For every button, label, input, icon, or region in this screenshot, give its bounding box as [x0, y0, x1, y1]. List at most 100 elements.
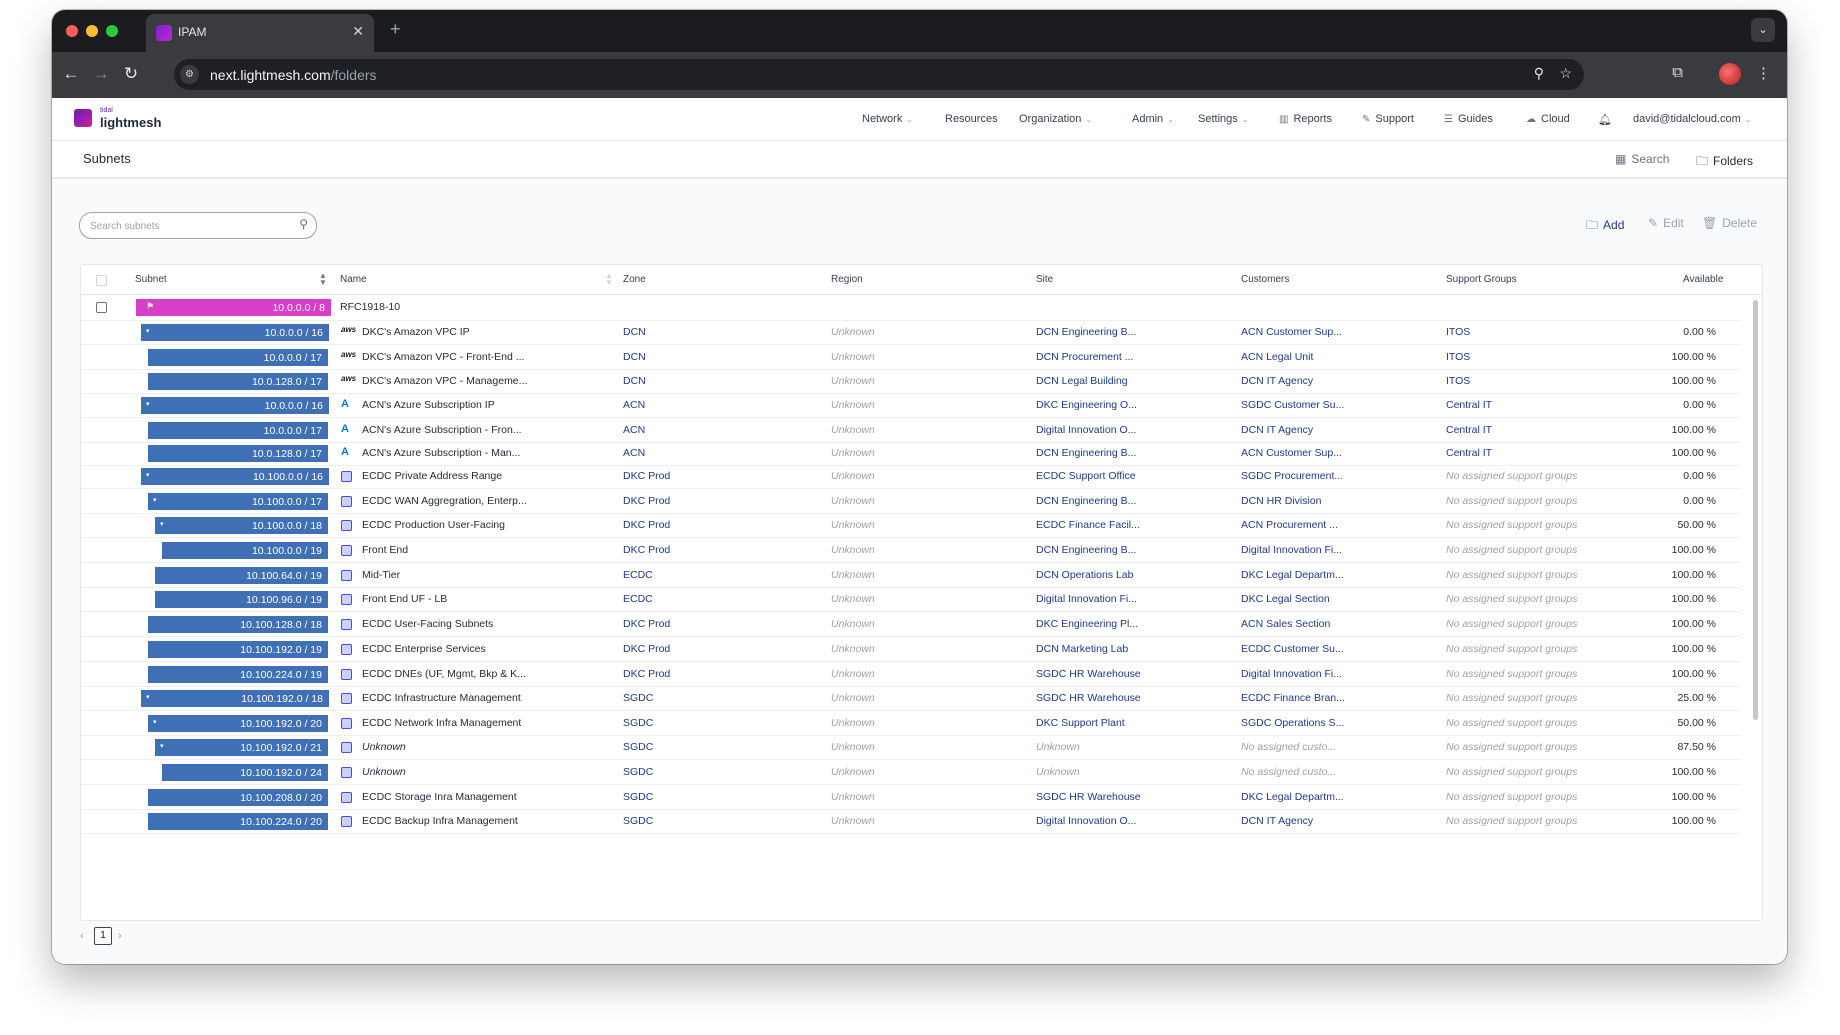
- subnet-cidr-bar[interactable]: 10.100.192.0 / 24: [162, 764, 328, 781]
- table-row[interactable]: ⚑ 10.0.0.0 / 8 RFC1918-10: [81, 295, 1741, 321]
- expand-toggle-icon[interactable]: ▾: [146, 327, 150, 335]
- subnet-name[interactable]: Unknown: [362, 766, 406, 778]
- table-row[interactable]: 10.100.192.0 / 24 Unknown SGDC Unknown Unkno…: [81, 760, 1741, 785]
- table-row[interactable]: 10.100.0.0 / 19 Front End DKC Prod Unknown D…: [81, 538, 1741, 563]
- view-search-link[interactable]: ▦ Search: [1615, 152, 1669, 166]
- expand-toggle-icon[interactable]: ▾: [153, 718, 157, 726]
- minimize-window-button[interactable]: [86, 25, 98, 37]
- subnet-name[interactable]: ECDC WAN Aggregration, Enterp...: [362, 495, 527, 507]
- expand-toggle-icon[interactable]: ▾: [146, 693, 150, 701]
- subnet-name[interactable]: Front End: [362, 544, 408, 556]
- table-row[interactable]: 10.100.192.0 / 19 ECDC Enterprise Service…: [81, 637, 1741, 662]
- nav-reports[interactable]: ▥ Reports: [1279, 113, 1332, 125]
- subnet-name[interactable]: DKC's Amazon VPC - Front-End ...: [362, 351, 524, 363]
- nav-settings[interactable]: Settings ⌄: [1198, 113, 1248, 125]
- subnet-cidr-bar[interactable]: 10.0.128.0 / 17: [148, 373, 328, 390]
- table-row[interactable]: 10.100.224.0 / 19 ECDC DNEs (UF, Mgmt, Bk…: [81, 662, 1741, 687]
- table-row[interactable]: 10.100.64.0 / 19 Mid-Tier ECDC Unknown DCN O…: [81, 563, 1741, 588]
- subnet-cidr-bar[interactable]: 10.0.0.0 / 17: [148, 422, 328, 439]
- logo-wordmark[interactable]: lightmesh: [100, 115, 161, 130]
- subnet-name[interactable]: Unknown: [362, 741, 406, 753]
- subnet-cidr-bar[interactable]: ▾ 10.100.192.0 / 21: [155, 739, 328, 756]
- browser-menu-icon[interactable]: ⋮: [1756, 64, 1771, 82]
- row-checkbox[interactable]: [96, 302, 107, 313]
- subnet-search-input[interactable]: [88, 217, 292, 235]
- new-tab-icon[interactable]: +: [390, 19, 401, 40]
- extensions-puzzle-icon[interactable]: ⧉: [1672, 64, 1683, 81]
- table-row[interactable]: 10.100.128.0 / 18 ECDC User-Facing Subnet…: [81, 612, 1741, 637]
- address-bar[interactable]: ⚙ next.lightmesh.com/folders ⚲ ☆: [174, 59, 1584, 90]
- nav-organization[interactable]: Organization ⌄: [1019, 113, 1092, 125]
- subnet-name[interactable]: ECDC Storage Inra Management: [362, 791, 517, 803]
- subnet-cidr-bar[interactable]: ▾ 10.100.192.0 / 18: [141, 690, 329, 707]
- edit-button[interactable]: ✎ Edit: [1648, 216, 1684, 230]
- subnet-name[interactable]: ECDC Network Infra Management: [362, 717, 521, 729]
- zoom-search-icon[interactable]: ⚲: [1534, 65, 1544, 82]
- table-row[interactable]: ▾ 10.100.0.0 / 17 ECDC WAN Aggregration, E…: [81, 489, 1741, 514]
- expand-toggle-icon[interactable]: ▾: [153, 496, 157, 504]
- column-header-available[interactable]: Available: [1683, 274, 1723, 285]
- reload-icon[interactable]: ↻: [120, 64, 142, 84]
- search-icon[interactable]: ⚲: [299, 217, 308, 231]
- subnet-name[interactable]: ACN's Azure Subscription IP: [362, 399, 495, 411]
- subnet-cidr-bar[interactable]: 10.100.96.0 / 19: [155, 591, 328, 608]
- profile-avatar-icon[interactable]: [1719, 63, 1741, 85]
- table-row[interactable]: 10.0.0.0 / 17 A ACN's Azure Subscription -…: [81, 418, 1741, 443]
- table-scrollbar[interactable]: [1753, 300, 1758, 720]
- notifications-bell-icon[interactable]: 🔔︎: [1598, 113, 1612, 126]
- table-row[interactable]: 10.0.0.0 / 17 aws DKC's Amazon VPC - Front…: [81, 345, 1741, 370]
- subnet-name[interactable]: Front End UF - LB: [362, 593, 447, 605]
- table-row[interactable]: ▾ 10.100.192.0 / 21 Unknown SGDC Unknown Unkn…: [81, 735, 1741, 760]
- subnet-cidr-bar[interactable]: 10.100.224.0 / 19: [148, 666, 328, 683]
- nav-network[interactable]: Network ⌄: [862, 113, 913, 125]
- subnet-cidr-bar[interactable]: ▾ 10.0.0.0 / 16: [141, 397, 329, 414]
- previous-page-icon[interactable]: ‹: [80, 930, 84, 942]
- subnet-cidr-bar[interactable]: 10.0.0.0 / 17: [148, 349, 328, 366]
- nav-cloud[interactable]: ☁ Cloud: [1526, 113, 1570, 125]
- lightmesh-logo-icon[interactable]: [74, 109, 92, 127]
- subnet-cidr-bar[interactable]: ▾ 10.100.0.0 / 18: [155, 517, 328, 534]
- expand-toggle-icon[interactable]: ▾: [160, 742, 164, 750]
- subnet-cidr-bar[interactable]: 10.100.224.0 / 20: [148, 813, 328, 830]
- tab-close-icon[interactable]: ✕: [352, 23, 364, 40]
- subnet-cidr-bar[interactable]: 10.100.0.0 / 19: [162, 542, 328, 559]
- expand-toggle-icon[interactable]: ▾: [146, 400, 150, 408]
- table-row[interactable]: ▾ 10.100.0.0 / 18 ECDC Production User-Fac…: [81, 513, 1741, 538]
- forward-arrow-icon[interactable]: →: [90, 64, 112, 84]
- sort-icon[interactable]: ▲ ▼: [319, 272, 327, 287]
- back-arrow-icon[interactable]: ←: [60, 64, 82, 84]
- subnet-name[interactable]: ECDC Infrastructure Management: [362, 692, 521, 704]
- column-header-zone[interactable]: Zone: [623, 274, 646, 285]
- subnet-name[interactable]: ECDC DNEs (UF, Mgmt, Bkp & K...: [362, 668, 526, 680]
- subnet-cidr-bar[interactable]: 10.100.128.0 / 18: [148, 616, 328, 633]
- delete-button[interactable]: 🗑︎ Delete: [1702, 216, 1757, 230]
- browser-tab[interactable]: IPAM ✕: [146, 14, 374, 52]
- subnet-search-box[interactable]: ⚲: [79, 212, 317, 239]
- page-number-button[interactable]: 1: [94, 927, 112, 945]
- column-header-region[interactable]: Region: [831, 274, 863, 285]
- nav-admin[interactable]: Admin ⌄: [1132, 113, 1174, 125]
- subnet-name[interactable]: ACN's Azure Subscription - Fron...: [362, 424, 522, 436]
- table-row[interactable]: ▾ 10.100.192.0 / 18 ECDC Infrastructure Ma…: [81, 686, 1741, 711]
- site-info-icon[interactable]: ⚙: [180, 65, 199, 84]
- subnet-cidr-bar[interactable]: ⚑ 10.0.0.0 / 8: [136, 299, 331, 316]
- table-row[interactable]: ▾ 10.100.192.0 / 20 ECDC Network Infra Man…: [81, 711, 1741, 736]
- table-row[interactable]: 10.0.128.0 / 17 aws DKC's Amazon VPC - Man…: [81, 369, 1741, 394]
- add-button[interactable]: 🗀︎ Add: [1586, 216, 1624, 237]
- subnet-cidr-bar[interactable]: 10.0.128.0 / 17: [148, 445, 328, 462]
- expand-toggle-icon[interactable]: ▾: [160, 520, 164, 528]
- maximize-window-button[interactable]: [106, 25, 118, 37]
- table-row[interactable]: 10.100.96.0 / 19 Front End UF - LB ECDC Unk…: [81, 587, 1741, 612]
- expand-toggle-icon[interactable]: ▾: [146, 471, 150, 479]
- table-row[interactable]: 10.100.208.0 / 20 ECDC Storage Inra Manag…: [81, 785, 1741, 810]
- column-header-support-groups[interactable]: Support Groups: [1446, 274, 1517, 285]
- subnet-name[interactable]: DKC's Amazon VPC - Manageme...: [362, 375, 527, 387]
- table-row[interactable]: 10.100.224.0 / 20 ECDC Backup Infra Manag…: [81, 809, 1741, 834]
- subnet-name[interactable]: Mid-Tier: [362, 569, 400, 581]
- column-header-customers[interactable]: Customers: [1241, 274, 1289, 285]
- table-row[interactable]: ▾ 10.0.0.0 / 16 aws DKC's Amazon VPC IP DCN U…: [81, 320, 1741, 345]
- nav-guides[interactable]: ☰ Guides: [1444, 113, 1493, 125]
- subnet-cidr-bar[interactable]: ▾ 10.100.0.0 / 16: [141, 468, 329, 485]
- table-row[interactable]: ▾ 10.0.0.0 / 16 A ACN's Azure Subscription …: [81, 393, 1741, 418]
- next-page-icon[interactable]: ›: [118, 930, 122, 942]
